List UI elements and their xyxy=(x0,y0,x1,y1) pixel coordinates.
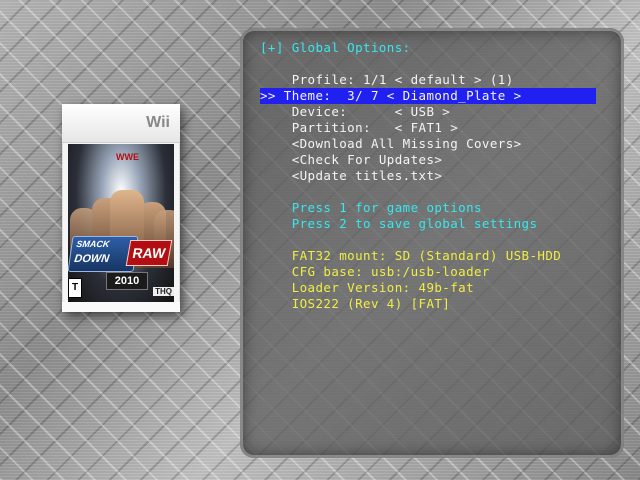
info-ios: IOS222 (Rev 4) [FAT] xyxy=(260,296,451,311)
wii-logo: Wii xyxy=(146,114,170,131)
info-fat32-mount: FAT32 mount: SD (Standard) USB-HDD xyxy=(260,248,562,263)
panel-title: [+] Global Options: xyxy=(260,40,411,55)
download-covers-button[interactable]: <Download All Missing Covers> xyxy=(260,136,522,152)
raw-logo: RAW xyxy=(125,240,173,266)
info-loader-version: Loader Version: 49b-fat xyxy=(260,280,474,295)
game-cover[interactable]: Wii WWE SMACK DOWN RAW 2010 T THQ xyxy=(62,104,180,312)
year-badge: 2010 xyxy=(106,272,148,290)
option-device[interactable]: Device: < USB > xyxy=(260,104,450,120)
cover-header: Wii xyxy=(62,104,180,143)
option-profile[interactable]: Profile: 1/1 < default > (1) xyxy=(260,72,514,88)
hint-save-settings: Press 2 to save global settings xyxy=(260,216,538,231)
cover-art: WWE SMACK DOWN RAW 2010 xyxy=(68,144,174,304)
cover-footer xyxy=(62,302,180,312)
check-updates-button[interactable]: <Check For Updates> xyxy=(260,152,442,168)
update-titles-button[interactable]: <Update titles.txt> xyxy=(260,168,442,184)
wwe-logo: WWE xyxy=(116,152,139,162)
esrb-rating-icon: T xyxy=(68,278,82,298)
hint-game-options: Press 1 for game options xyxy=(260,200,482,215)
option-partition[interactable]: Partition: < FAT1 > xyxy=(260,120,458,136)
option-theme-selected[interactable]: >> Theme: 3/ 7 < Diamond_Plate > xyxy=(260,88,522,104)
publisher-logo: THQ xyxy=(153,287,174,296)
info-cfg-base: CFG base: usb:/usb-loader xyxy=(260,264,490,279)
